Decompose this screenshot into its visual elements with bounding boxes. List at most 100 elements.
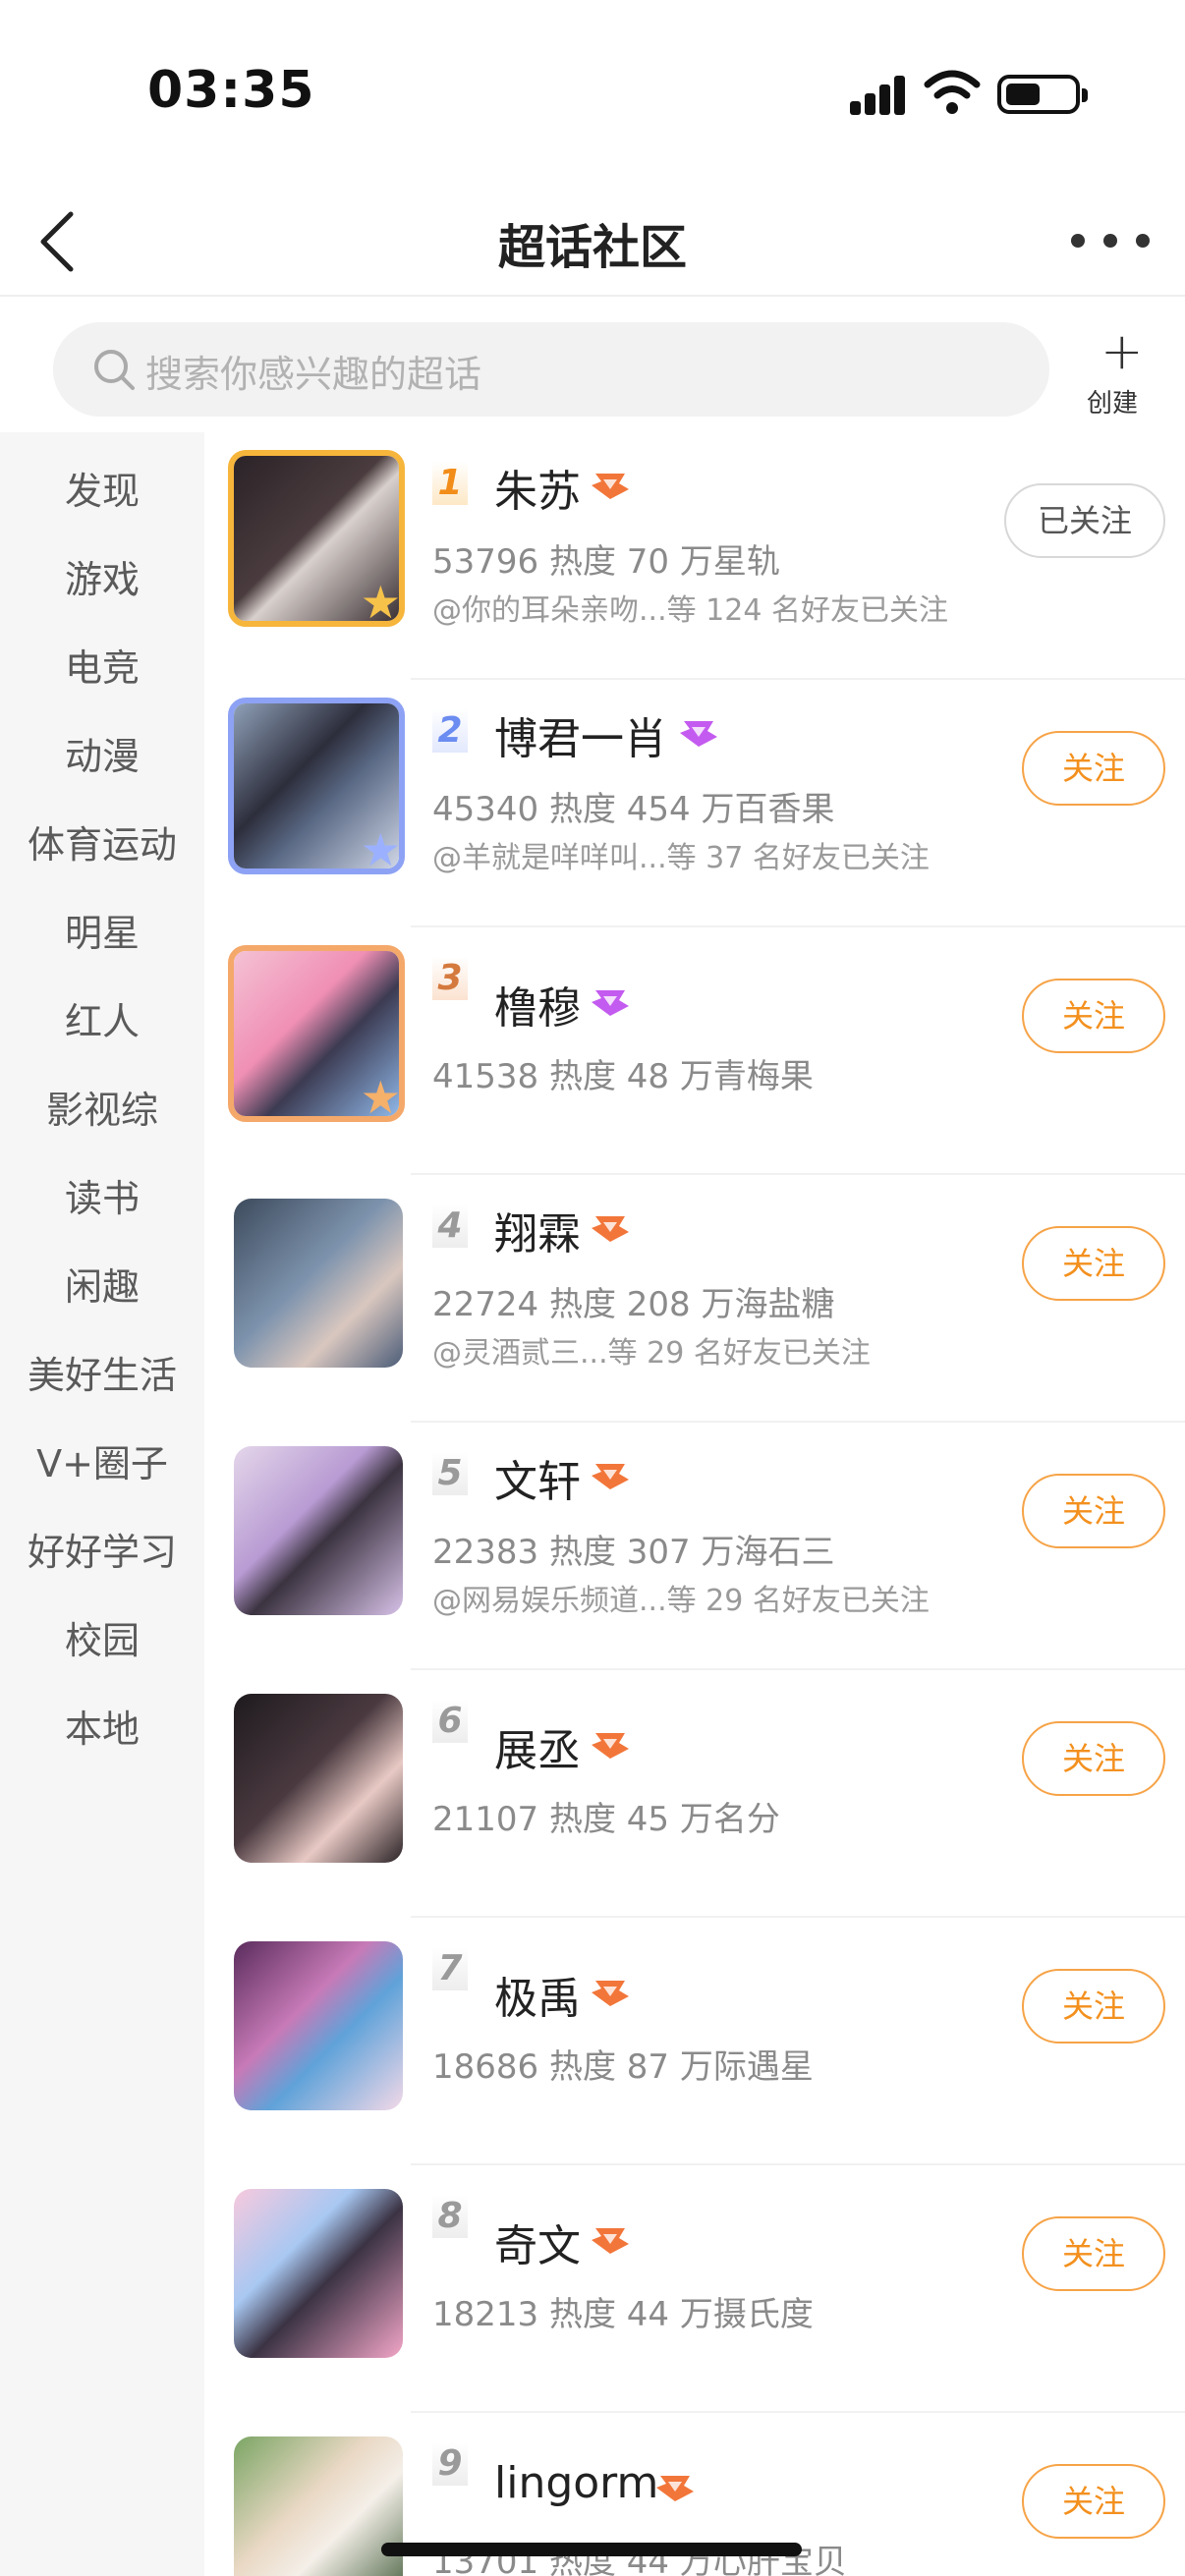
topic-name[interactable]: 极禹 xyxy=(494,1963,581,2026)
topic-stats: 41538 热度 48 万青梅果 xyxy=(432,1057,814,1096)
rank-number: 9 xyxy=(432,2442,468,2486)
status-bar: 03:35 xyxy=(0,0,1185,187)
rank-number: 6 xyxy=(432,1700,468,1743)
follow-button[interactable]: 关注 xyxy=(1022,1226,1165,1301)
category-item[interactable]: 电竞 xyxy=(0,629,204,707)
purple-diamond-icon xyxy=(680,721,717,747)
follow-button[interactable]: 关注 xyxy=(1022,1474,1165,1548)
topic-name[interactable]: 橹穆 xyxy=(494,973,581,1036)
category-item[interactable]: 红人 xyxy=(0,982,204,1061)
follow-button[interactable]: 关注 xyxy=(1022,979,1165,1053)
plus-icon: + xyxy=(1100,322,1144,381)
category-item[interactable]: 校园 xyxy=(0,1601,204,1680)
list-item[interactable]: ★ 3 橹穆 41538 热度 48 万青梅果 关注 xyxy=(204,927,1185,1175)
wifi-icon xyxy=(924,70,981,114)
friends-followed: @灵酒贰三...等 29 名好友已关注 xyxy=(432,1336,871,1371)
more-options-button[interactable] xyxy=(1071,226,1150,255)
topic-name[interactable]: 博君一肖 xyxy=(494,703,667,766)
topic-stats: 53796 热度 70 万星轨 xyxy=(432,542,780,582)
topic-list: ★ 1 朱苏 53796 热度 70 万星轨 @你的耳朵亲吻...等 124 名… xyxy=(204,432,1185,2576)
rank-number: 4 xyxy=(432,1204,468,1248)
list-item[interactable]: 6 展丞 21107 热度 45 万名分 关注 xyxy=(204,1670,1185,1918)
orange-diamond-icon xyxy=(592,2228,629,2254)
category-item[interactable]: 体育运动 xyxy=(0,806,204,884)
rank-number: 2 xyxy=(432,709,468,753)
follow-button[interactable]: 关注 xyxy=(1022,2216,1165,2291)
friends-followed: @羊就是咩咩叫...等 37 名好友已关注 xyxy=(432,841,930,875)
topic-cover-image[interactable] xyxy=(234,1941,403,2110)
category-item[interactable]: 闲趣 xyxy=(0,1248,204,1326)
topic-cover-image[interactable]: ★ xyxy=(228,698,405,874)
page-title: 超话社区 xyxy=(497,220,687,275)
purple-diamond-icon xyxy=(592,990,629,1016)
star-icon: ★ xyxy=(360,1071,401,1122)
list-item[interactable]: 5 文轩 22383 热度 307 万海石三 @网易娱乐频道...等 29 名好… xyxy=(204,1423,1185,1670)
star-icon: ★ xyxy=(360,576,401,627)
category-item[interactable]: V+圈子 xyxy=(0,1425,204,1503)
star-icon: ★ xyxy=(360,823,401,874)
category-item[interactable]: 好好学习 xyxy=(0,1513,204,1592)
rank-number: 5 xyxy=(432,1452,468,1495)
topic-cover-image[interactable] xyxy=(234,1694,403,1863)
status-time: 03:35 xyxy=(147,61,315,120)
search-input[interactable]: 搜索你感兴趣的超话 xyxy=(53,322,1049,417)
cellular-signal-icon xyxy=(850,74,907,115)
search-placeholder: 搜索你感兴趣的超话 xyxy=(145,353,482,396)
category-item[interactable]: 发现 xyxy=(0,452,204,531)
topic-cover-image[interactable] xyxy=(234,1446,403,1615)
rank-number: 7 xyxy=(432,1947,468,1990)
list-item[interactable]: ★ 1 朱苏 53796 热度 70 万星轨 @你的耳朵亲吻...等 124 名… xyxy=(204,432,1185,680)
orange-diamond-icon xyxy=(592,1733,629,1759)
topic-name[interactable]: 文轩 xyxy=(494,1446,581,1509)
topic-stats: 18213 热度 44 万摄氏度 xyxy=(432,2295,814,2334)
topic-stats: 21107 热度 45 万名分 xyxy=(432,1800,780,1839)
search-icon xyxy=(94,350,135,390)
topic-stats: 22383 热度 307 万海石三 xyxy=(432,1533,835,1572)
orange-diamond-icon xyxy=(592,1464,629,1489)
topic-name[interactable]: 翔霖 xyxy=(494,1199,581,1261)
topic-cover-image[interactable] xyxy=(234,2436,403,2576)
follow-button[interactable]: 关注 xyxy=(1022,1721,1165,1796)
topic-name[interactable]: 奇文 xyxy=(494,2211,581,2273)
topic-stats: 45340 热度 454 万百香果 xyxy=(432,790,835,829)
list-item[interactable]: 7 极禹 18686 热度 87 万际遇星 关注 xyxy=(204,1918,1185,2165)
topic-cover-image[interactable]: ★ xyxy=(228,945,405,1122)
follow-button[interactable]: 关注 xyxy=(1022,1969,1165,2044)
battery-icon xyxy=(997,75,1088,114)
category-item[interactable]: 游戏 xyxy=(0,540,204,619)
list-item[interactable]: 8 奇文 18213 热度 44 万摄氏度 关注 xyxy=(204,2165,1185,2413)
followed-button[interactable]: 已关注 xyxy=(1004,483,1165,558)
topic-name[interactable]: 朱苏 xyxy=(494,456,581,519)
orange-diamond-icon xyxy=(592,1981,629,2006)
category-sidebar: 发现 游戏 电竞 动漫 体育运动 明星 红人 影视综 读书 闲趣 美好生活 V+… xyxy=(0,432,204,2576)
topic-cover-image[interactable] xyxy=(234,1199,403,1368)
orange-diamond-icon xyxy=(656,2476,694,2501)
topic-stats: 22724 热度 208 万海盐糖 xyxy=(432,1285,835,1324)
follow-button[interactable]: 关注 xyxy=(1022,731,1165,806)
friends-followed: @你的耳朵亲吻...等 124 名好友已关注 xyxy=(432,593,948,628)
rank-number: 3 xyxy=(432,957,468,1000)
nav-bar: 超话社区 xyxy=(0,187,1185,297)
friends-followed: @网易娱乐频道...等 29 名好友已关注 xyxy=(432,1584,930,1618)
list-item[interactable]: ★ 2 博君一肖 45340 热度 454 万百香果 @羊就是咩咩叫...等 3… xyxy=(204,680,1185,927)
category-item[interactable]: 美好生活 xyxy=(0,1336,204,1415)
topic-cover-image[interactable]: ★ xyxy=(228,450,405,627)
orange-diamond-icon xyxy=(592,1216,629,1242)
category-item[interactable]: 影视综 xyxy=(0,1071,204,1149)
topic-name[interactable]: 展丞 xyxy=(494,1715,581,1778)
topic-cover-image[interactable] xyxy=(234,2189,403,2358)
rank-number: 1 xyxy=(432,462,468,505)
rank-number: 8 xyxy=(432,2195,468,2238)
follow-button[interactable]: 关注 xyxy=(1022,2464,1165,2539)
home-indicator[interactable] xyxy=(381,2543,802,2556)
orange-diamond-icon xyxy=(592,474,629,499)
list-item[interactable]: 4 翔霖 22724 热度 208 万海盐糖 @灵酒贰三...等 29 名好友已… xyxy=(204,1175,1185,1423)
create-label: 创建 xyxy=(1087,389,1139,419)
category-item[interactable]: 本地 xyxy=(0,1690,204,1768)
create-button[interactable]: + 创建 xyxy=(1081,324,1157,419)
topic-name[interactable]: lingorm xyxy=(494,2458,658,2508)
category-item[interactable]: 动漫 xyxy=(0,717,204,796)
topic-stats: 18686 热度 87 万际遇星 xyxy=(432,2047,814,2087)
category-item[interactable]: 明星 xyxy=(0,894,204,973)
category-item[interactable]: 读书 xyxy=(0,1159,204,1238)
